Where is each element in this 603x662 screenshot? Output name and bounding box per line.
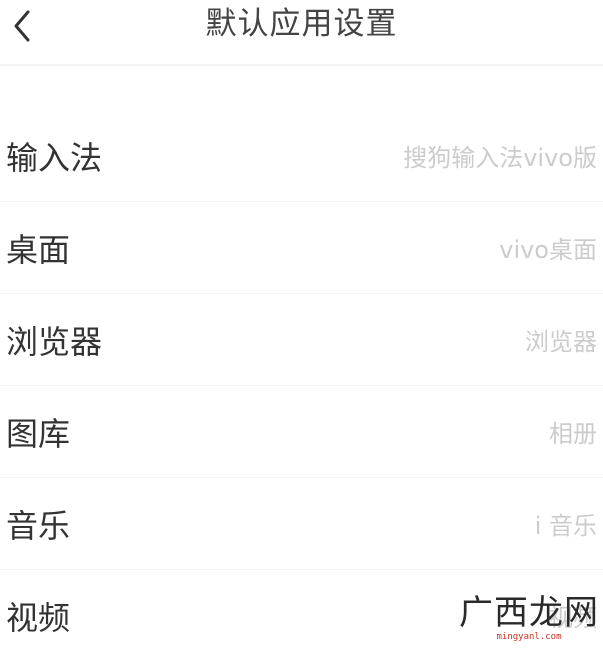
setting-row-browser[interactable]: 浏览器 浏览器 — [0, 294, 603, 386]
header-bar: 默认应用设置 — [0, 0, 603, 62]
setting-value: i 音乐 — [534, 512, 597, 540]
setting-row-music[interactable]: 音乐 i 音乐 — [0, 478, 603, 570]
header-divider — [0, 64, 603, 66]
setting-row-gallery[interactable]: 图库 相册 — [0, 386, 603, 478]
setting-label: 视频 — [6, 599, 71, 637]
setting-label: 桌面 — [6, 231, 71, 269]
watermark: 广西龙网 mingyanl.com — [459, 594, 599, 642]
setting-value: 搜狗输入法vivo版 — [403, 144, 597, 172]
setting-value: 浏览器 — [525, 328, 597, 356]
settings-list: 输入法 搜狗输入法vivo版 桌面 vivo桌面 浏览器 浏览器 图库 相册 音… — [0, 110, 603, 662]
setting-label: 浏览器 — [6, 323, 103, 361]
watermark-text: 广西龙网 — [459, 593, 599, 633]
setting-label: 输入法 — [6, 139, 103, 177]
setting-label: 图库 — [6, 415, 71, 453]
watermark-url: mingyanl.com — [496, 632, 562, 642]
setting-row-desktop[interactable]: 桌面 vivo桌面 — [0, 202, 603, 294]
setting-label: 音乐 — [6, 507, 71, 545]
setting-value: vivo桌面 — [499, 236, 597, 264]
setting-row-input-method[interactable]: 输入法 搜狗输入法vivo版 — [0, 110, 603, 202]
page-title: 默认应用设置 — [205, 6, 398, 42]
setting-value: 相册 — [549, 420, 597, 448]
